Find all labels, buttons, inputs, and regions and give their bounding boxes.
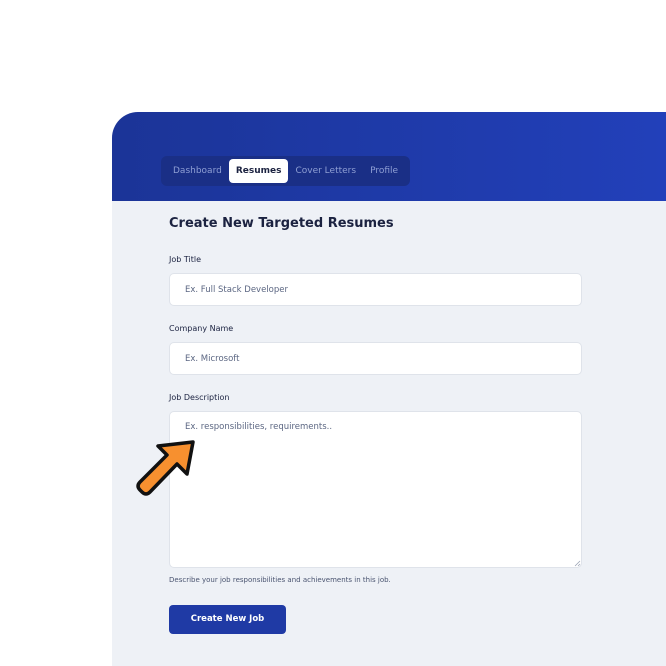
company-name-label: Company Name <box>169 324 234 333</box>
create-new-job-button[interactable]: Create New Job <box>169 605 286 634</box>
app-header: Dashboard Resumes Cover Letters Profile <box>112 112 666 201</box>
job-title-label: Job Title <box>169 255 202 264</box>
company-name-input[interactable] <box>169 342 582 375</box>
nav-tabs: Dashboard Resumes Cover Letters Profile <box>161 156 411 186</box>
resize-grip-icon[interactable] <box>573 559 581 567</box>
form-title: Create New Targeted Resumes <box>169 216 394 231</box>
job-description-helper: Describe your job responsibilities and a… <box>169 576 391 584</box>
tab-resumes[interactable]: Resumes <box>228 159 289 183</box>
app-window: Dashboard Resumes Cover Letters Profile … <box>112 112 666 666</box>
tab-cover-letters[interactable]: Cover Letters <box>288 159 363 183</box>
cursor-arrow-icon <box>136 440 195 496</box>
job-description-label: Job Description <box>169 393 230 402</box>
job-title-input[interactable] <box>169 273 582 306</box>
tab-dashboard[interactable]: Dashboard <box>166 159 229 183</box>
job-description-textarea[interactable] <box>169 411 582 568</box>
tab-profile[interactable]: Profile <box>363 159 405 183</box>
